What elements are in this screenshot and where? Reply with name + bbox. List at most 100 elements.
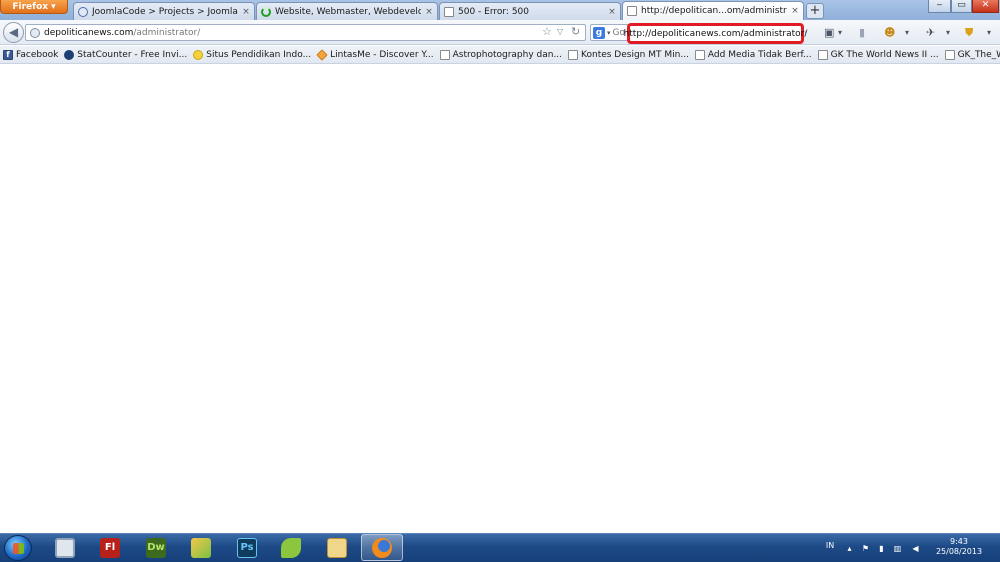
- bookmark-gk-world-news-underscore[interactable]: GK_The_World_News_I...: [944, 49, 1000, 60]
- tab-title: http://depolitican...om/administrator/: [641, 6, 787, 16]
- taskbar-file-manager[interactable]: [316, 534, 358, 561]
- new-tab-button[interactable]: +: [806, 3, 824, 19]
- addon-dropdown-icon[interactable]: ▾: [905, 28, 909, 37]
- dreamweaver-icon: Dw: [146, 537, 166, 558]
- overflow-icon: ·: [804, 26, 808, 39]
- page-content-blank: [0, 65, 1000, 533]
- bookmark-label: GK_The_World_News_I...: [957, 49, 1000, 60]
- taskbar-firefox[interactable]: [361, 534, 403, 561]
- url-path: /administrator/: [133, 27, 201, 38]
- clock-date: 25/08/2013: [935, 547, 983, 556]
- bookmark-kontes-design[interactable]: Kontes Design MT Min...: [568, 49, 689, 60]
- bookmark-star-icon[interactable]: ☆: [542, 25, 552, 38]
- stats-icon[interactable]: ▮: [859, 26, 865, 39]
- bookmark-label: Situs Pendidikan Indo...: [206, 49, 312, 60]
- reload-icon[interactable]: ↻: [571, 25, 580, 38]
- bookmark-gk-world-news[interactable]: GK The World News II ...: [817, 49, 939, 60]
- bookmarks-menu-icon[interactable]: ▣: [824, 26, 834, 39]
- network-icon[interactable]: ▥: [893, 544, 902, 553]
- taskbar-photoshop[interactable]: Ps: [226, 534, 268, 561]
- bookmarks-dropdown-icon[interactable]: ▾: [838, 28, 842, 37]
- security-shield-icon[interactable]: ⛊: [965, 26, 973, 40]
- bookmark-situs-pendidikan[interactable]: Situs Pendidikan Indo...: [193, 49, 312, 60]
- show-hidden-icons-icon[interactable]: ▴: [845, 544, 854, 553]
- page-icon: [694, 49, 705, 60]
- page-favicon-icon: [444, 6, 454, 17]
- bookmark-label: StatCounter - Free Invi...: [77, 49, 188, 60]
- taskbar-explorer-window[interactable]: [44, 534, 86, 561]
- facebook-icon: f: [3, 49, 13, 60]
- tab-administrator[interactable]: http://depolitican...om/administrator/ ×: [622, 1, 804, 20]
- page-icon: [944, 49, 955, 60]
- window-icon: [55, 537, 75, 558]
- url-bar[interactable]: depoliticanews.com/administrator/: [25, 24, 586, 41]
- back-button[interactable]: ◀: [3, 22, 24, 43]
- folder-icon: [327, 537, 347, 558]
- diamond-icon: [316, 48, 328, 61]
- tab-joomlacode[interactable]: JoomlaCode > Projects > Joomla! > R... ×: [73, 2, 255, 20]
- language-indicator[interactable]: IN: [823, 541, 837, 550]
- page-icon: [439, 49, 450, 60]
- bookmark-lintasme[interactable]: LintasMe - Discover Y...: [316, 48, 434, 61]
- statcounter-icon: [64, 49, 75, 60]
- close-window-button[interactable]: ✕: [972, 0, 999, 13]
- joomla-favicon-icon: [78, 6, 88, 17]
- photoshop-icon: Ps: [237, 537, 257, 558]
- loading-spinner-icon: [261, 6, 271, 17]
- tab-close-icon[interactable]: ×: [242, 7, 250, 17]
- tab-title: JoomlaCode > Projects > Joomla! > R...: [92, 6, 238, 17]
- taskbar-corel[interactable]: [270, 534, 312, 561]
- corel-icon: [281, 537, 301, 558]
- dropdown-arrow-icon: ▾: [51, 1, 56, 12]
- power-icon[interactable]: ▮: [877, 544, 886, 553]
- back-arrow-icon: ◀: [8, 25, 19, 39]
- tab-title: Website, Webmaster, Webdeveloper |...: [275, 6, 421, 17]
- action-center-flag-icon[interactable]: ⚑: [861, 544, 870, 553]
- page-favicon-icon: [627, 6, 637, 16]
- shield-dropdown-icon[interactable]: ▾: [987, 28, 991, 37]
- taskbar-flash[interactable]: Fl: [89, 534, 131, 561]
- bookmark-astrophotography[interactable]: Astrophotography dan...: [439, 49, 563, 60]
- search-engine-dropdown-icon[interactable]: ▾: [607, 29, 611, 37]
- addon-face-icon[interactable]: ☻: [884, 26, 895, 39]
- taskbar-dreamweaver[interactable]: Dw: [135, 534, 177, 561]
- tab-website-webmaster[interactable]: Website, Webmaster, Webdeveloper |... ×: [256, 2, 438, 20]
- maximize-button[interactable]: ▭: [951, 0, 972, 13]
- firefox-menu-button[interactable]: Firefox ▾: [0, 0, 68, 14]
- url-tooltip: http://depoliticanews.com/administrator/: [624, 23, 807, 44]
- tab-close-icon[interactable]: ×: [425, 7, 433, 17]
- tools-dropdown-icon[interactable]: ▾: [946, 28, 950, 37]
- bookmark-label: GK The World News II ...: [830, 49, 939, 60]
- volume-icon[interactable]: ◀: [911, 544, 920, 553]
- url-domain: depoliticanews.com: [44, 27, 134, 38]
- minimize-button[interactable]: ‒: [928, 0, 951, 13]
- tab-error-500[interactable]: 500 - Error: 500 ×: [439, 2, 621, 20]
- tab-title: 500 - Error: 500: [458, 6, 529, 17]
- clock[interactable]: 9:43 25/08/2013: [928, 537, 990, 557]
- clock-time: 9:43: [950, 537, 968, 546]
- tab-close-icon[interactable]: ×: [791, 6, 799, 16]
- bookmark-label: Add Media Tidak Berf...: [707, 49, 812, 60]
- globe-icon: [30, 27, 40, 38]
- smiley-icon: [193, 49, 204, 60]
- bookmark-label: Facebook: [16, 49, 59, 60]
- paint-icon: [191, 537, 211, 558]
- bookmarks-toolbar: f Facebook StatCounter - Free Invi... Si…: [0, 46, 1000, 64]
- start-button[interactable]: [4, 535, 32, 561]
- flash-icon: Fl: [100, 537, 120, 558]
- tools-icon[interactable]: ✈: [926, 26, 935, 39]
- history-dropdown-icon[interactable]: ▽: [557, 27, 563, 36]
- google-search-icon: g: [593, 26, 605, 39]
- bookmark-statcounter[interactable]: StatCounter - Free Invi...: [64, 49, 188, 60]
- page-icon: [568, 49, 579, 60]
- firefox-icon: [372, 537, 392, 558]
- bookmark-label: LintasMe - Discover Y...: [330, 49, 434, 60]
- bookmark-facebook[interactable]: f Facebook: [3, 49, 59, 60]
- firefox-menu-label: Firefox: [12, 1, 49, 12]
- bookmark-label: Astrophotography dan...: [452, 49, 563, 60]
- bookmark-label: Kontes Design MT Min...: [581, 49, 689, 60]
- taskbar-paint[interactable]: [180, 534, 222, 561]
- bookmark-add-media[interactable]: Add Media Tidak Berf...: [694, 49, 812, 60]
- tab-close-icon[interactable]: ×: [608, 7, 616, 17]
- page-icon: [817, 49, 828, 60]
